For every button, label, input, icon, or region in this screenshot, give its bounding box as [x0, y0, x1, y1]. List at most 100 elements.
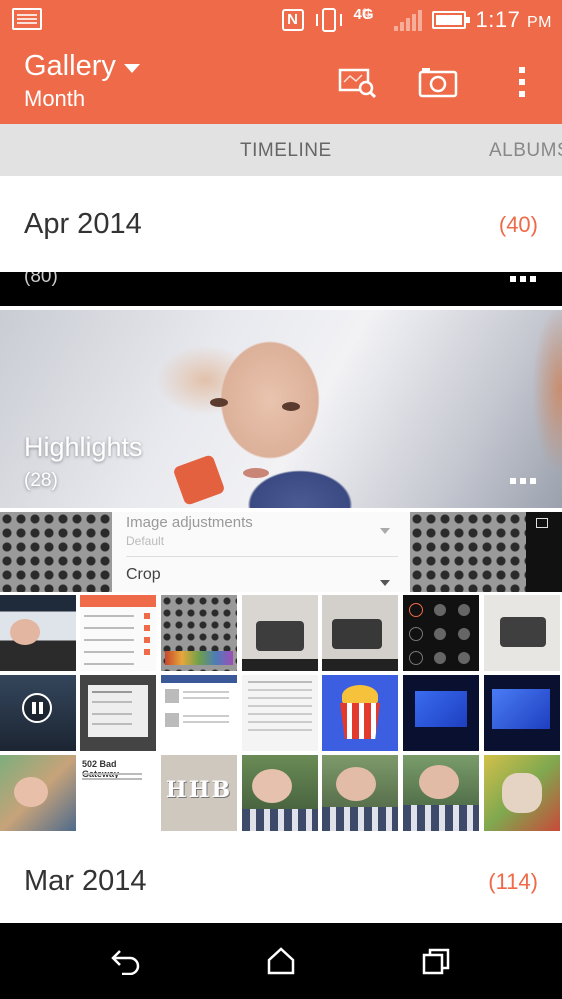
tab-timeline[interactable]: TIMELINE — [240, 140, 332, 162]
overflow-menu-button[interactable] — [502, 64, 542, 100]
navigation-bar — [0, 923, 562, 999]
copy-icon — [536, 518, 548, 528]
collage-photo[interactable]: Image adjustments Default Crop — [0, 512, 562, 592]
screenshot-panel: Image adjustments Default Crop — [112, 512, 410, 592]
search-photos-icon — [338, 68, 377, 98]
camera-button[interactable] — [418, 64, 458, 100]
back-button[interactable] — [104, 943, 148, 979]
photo-detail — [242, 659, 318, 671]
section-header-mar-2014: Mar 2014 (114) — [0, 833, 562, 923]
photo-thumbnail[interactable] — [80, 595, 156, 671]
home-icon — [267, 947, 295, 975]
status-icons: N 4G ⇅ 1:17 PM — [281, 0, 552, 40]
section-count: (114) — [488, 869, 538, 894]
hhb-letters: HHB — [165, 777, 233, 803]
tab-albums[interactable]: ALBUMS — [489, 140, 562, 162]
app-icon-thumbnail[interactable] — [322, 675, 398, 751]
photo-detail — [492, 689, 550, 729]
photo-thumbnail[interactable] — [322, 595, 398, 671]
photo-detail — [88, 685, 148, 737]
view-mode-label: Month — [24, 86, 86, 111]
album-card[interactable]: (80) — [0, 272, 562, 306]
photo-thumbnail[interactable] — [242, 595, 318, 671]
overflow-menu-icon — [519, 67, 525, 97]
photo-detail — [322, 807, 398, 831]
photo-detail — [419, 765, 459, 799]
photo-thumbnail[interactable] — [242, 675, 318, 751]
photo-detail — [14, 777, 48, 807]
section-count: (40) — [498, 212, 538, 237]
battery-icon — [431, 11, 470, 29]
photo-detail — [409, 603, 423, 617]
photo-detail — [243, 468, 269, 478]
photo-detail — [409, 627, 423, 641]
photo-thumbnail[interactable] — [161, 595, 237, 671]
more-options-icon[interactable] — [510, 276, 536, 282]
photo-detail — [0, 512, 112, 592]
app-bar: Gallery Month — [0, 40, 562, 124]
photo-detail — [210, 398, 228, 407]
search-photos-button[interactable] — [338, 64, 378, 100]
photo-detail — [82, 773, 142, 775]
pause-icon — [22, 693, 52, 723]
photo-detail — [256, 621, 304, 651]
panel-label: Image adjustments — [126, 514, 253, 531]
photo-thumbnail[interactable]: 502 Bad Gateway — [80, 755, 156, 831]
section-title: Mar 2014 — [24, 865, 147, 897]
photo-thumbnail[interactable]: HHB — [161, 755, 237, 831]
vibrate-icon — [314, 8, 344, 32]
back-icon — [111, 950, 140, 975]
home-button[interactable] — [259, 943, 303, 979]
photo-detail — [340, 703, 380, 739]
photo-thumbnail[interactable] — [403, 595, 479, 671]
clock: 1:17 PM — [476, 7, 552, 33]
photo-detail — [165, 689, 179, 703]
photo-thumbnail[interactable] — [403, 675, 479, 751]
divider — [126, 556, 398, 557]
status-bar: N 4G ⇅ 1:17 PM — [0, 0, 562, 40]
photo-detail — [252, 769, 292, 803]
photo-detail — [183, 691, 229, 693]
photo-detail — [500, 617, 546, 647]
photo-thumbnail[interactable] — [484, 755, 560, 831]
album-count: (28) — [24, 470, 58, 491]
photo-detail — [242, 809, 318, 831]
photo-detail — [410, 512, 526, 592]
photo-detail — [322, 659, 398, 671]
photo-detail — [415, 691, 467, 727]
tab-bar: TIMELINE ALBUMS — [0, 124, 562, 176]
panel-sub: Default — [126, 534, 165, 548]
photo-thumbnail[interactable] — [161, 675, 237, 751]
gallery-notification-icon — [12, 8, 42, 30]
photo-thumbnail[interactable] — [0, 755, 76, 831]
highlights-album-card[interactable]: Highlights (28) — [0, 310, 562, 508]
photo-detail — [172, 454, 226, 506]
clock-ampm: PM — [527, 14, 552, 31]
photo-detail — [502, 773, 542, 813]
photo-thumbnail[interactable] — [322, 755, 398, 831]
chevron-down-icon — [123, 64, 140, 73]
photo-thumbnail[interactable] — [484, 595, 560, 671]
photo-detail — [144, 613, 150, 619]
photo-detail — [165, 651, 233, 665]
photo-detail — [10, 619, 40, 645]
recent-apps-button[interactable] — [414, 943, 458, 979]
photo-thumbnail[interactable] — [484, 675, 560, 751]
chevron-down-icon — [380, 528, 390, 534]
photo-thumbnail[interactable] — [80, 675, 156, 751]
photo-detail — [248, 681, 312, 683]
photo-thumbnail[interactable] — [0, 595, 76, 671]
section-header-apr-2014: Apr 2014 (40) — [0, 176, 562, 276]
gallery-view-dropdown[interactable]: Gallery — [24, 50, 140, 83]
photo-detail — [80, 595, 156, 607]
album-title: Highlights — [24, 432, 143, 462]
more-options-icon[interactable] — [510, 478, 536, 484]
photo-thumbnail[interactable] — [403, 755, 479, 831]
photo-thumbnail[interactable] — [242, 755, 318, 831]
photo-detail — [161, 675, 237, 683]
chevron-down-icon — [380, 580, 390, 586]
signal-icon — [393, 9, 422, 31]
photo-detail — [84, 615, 134, 617]
photo-detail — [282, 402, 300, 411]
video-thumbnail[interactable] — [0, 675, 76, 751]
